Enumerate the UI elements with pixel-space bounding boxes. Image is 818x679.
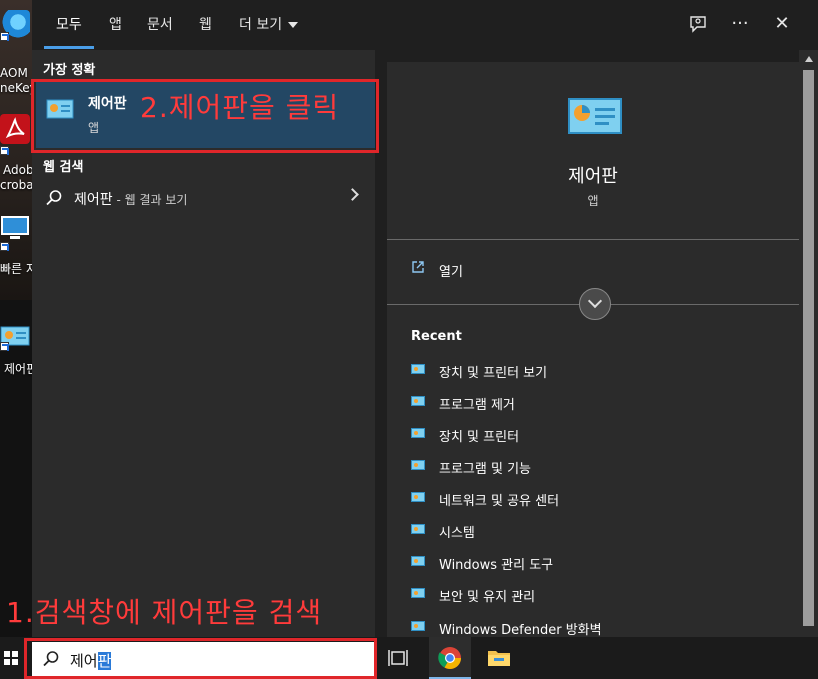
shortcut-arrow-icon <box>0 342 9 351</box>
desktop-icon-label: AOM <box>0 66 28 80</box>
desktop-icon-label: 제어핀 <box>4 362 32 376</box>
web-search-query: 제어판 <box>74 192 113 208</box>
windows-start-icon[interactable] <box>4 651 18 665</box>
tab-documents[interactable]: 문서 <box>147 14 173 34</box>
recent-item-label: Windows Defender 방화벽 <box>439 623 602 638</box>
chevron-right-icon[interactable] <box>346 188 359 201</box>
best-match-header: 가장 정확 <box>43 63 96 78</box>
desktop-icon-quick-assist[interactable]: 빠른 지 <box>0 210 32 280</box>
web-search-text: 제어판 - 웹 결과 보기 <box>74 189 187 209</box>
recent-item-label: 시스템 <box>439 526 475 541</box>
desktop-icon-label: Adob <box>3 163 32 177</box>
control-panel-icon <box>411 524 425 534</box>
annotation-step2: 2.제어판을 클릭 <box>140 91 340 124</box>
annotation-step1: 1.검색창에 제어판을 검색 <box>6 596 323 629</box>
tab-all[interactable]: 모두 <box>56 14 82 34</box>
chevron-down-icon <box>587 293 603 309</box>
search-tabs-bar: 모두 앱 문서 웹 더 보기 ··· ✕ <box>32 0 818 50</box>
recent-item[interactable]: 장치 및 프린터 보기 <box>411 361 771 381</box>
expand-button[interactable] <box>579 288 611 320</box>
control-panel-icon <box>568 98 622 134</box>
recent-item-label: 장치 및 프린터 보기 <box>439 366 548 381</box>
divider <box>387 239 799 240</box>
scrollbar[interactable] <box>799 50 818 637</box>
tab-more[interactable]: 더 보기 <box>239 14 299 34</box>
desktop-icon-control-panel[interactable]: 제어핀 <box>0 320 32 380</box>
chevron-down-icon <box>288 22 299 28</box>
tab-web[interactable]: 웹 <box>199 14 212 34</box>
shortcut-arrow-icon <box>0 146 9 155</box>
preview-subtitle: 앱 <box>587 194 599 208</box>
control-panel-icon <box>411 460 425 470</box>
feedback-icon[interactable] <box>688 14 708 34</box>
shortcut-arrow-icon <box>0 242 9 251</box>
control-panel-icon <box>411 428 425 438</box>
recent-item[interactable]: Windows 관리 도구 <box>411 553 771 573</box>
tab-active-indicator <box>44 46 94 49</box>
control-panel-icon <box>411 621 425 631</box>
desktop-icon-aomei[interactable]: AOM neKey <box>0 6 32 96</box>
recent-item[interactable]: 시스템 <box>411 521 771 541</box>
control-panel-icon <box>411 364 425 374</box>
folder-icon <box>488 651 510 666</box>
chrome-icon <box>438 647 461 669</box>
search-icon <box>46 190 62 206</box>
recent-item-label: 장치 및 프린터 <box>439 430 520 445</box>
recent-item[interactable]: 보안 및 유지 관리 <box>411 585 771 605</box>
recent-item[interactable]: 프로그램 제거 <box>411 393 771 413</box>
taskbar-file-explorer[interactable] <box>478 637 520 679</box>
more-options-button[interactable]: ··· <box>730 14 750 34</box>
task-view-button[interactable] <box>378 637 420 679</box>
desktop-icon-acrobat[interactable]: Adob crobat <box>0 110 32 200</box>
recent-item-label: 프로그램 제거 <box>439 398 515 413</box>
scroll-up-icon[interactable] <box>805 56 813 62</box>
desktop: AOM neKey Adob crobat 빠른 지 제어핀 <box>0 0 32 637</box>
recent-item[interactable]: 장치 및 프린터 <box>411 425 771 445</box>
annotation-box-search <box>24 638 377 679</box>
recent-header: Recent <box>411 329 462 344</box>
open-icon <box>412 261 424 273</box>
desktop-icon-label: neKey <box>0 81 32 95</box>
tab-more-label: 더 보기 <box>239 17 283 33</box>
recent-item[interactable]: Windows Defender 방화벽 <box>411 618 771 638</box>
monitor-icon <box>0 214 30 244</box>
taskbar-chrome[interactable] <box>429 637 471 679</box>
web-search-header: 웹 검색 <box>43 160 84 175</box>
task-view-icon <box>388 650 408 666</box>
recent-item-label: 네트워크 및 공유 센터 <box>439 494 560 509</box>
screen: AOM neKey Adob crobat 빠른 지 제어핀 <box>0 0 818 679</box>
recent-item-label: 보안 및 유지 관리 <box>439 590 536 605</box>
scrollbar-thumb[interactable] <box>803 70 814 626</box>
recent-item[interactable]: 프로그램 및 기능 <box>411 457 771 477</box>
desktop-icon-label: 빠른 지 <box>0 262 32 276</box>
acrobat-icon <box>0 114 30 144</box>
recent-item-label: Windows 관리 도구 <box>439 558 554 573</box>
web-search-item[interactable]: 제어판 - 웹 결과 보기 <box>36 180 375 216</box>
close-button[interactable]: ✕ <box>772 14 792 34</box>
recent-item[interactable]: 네트워크 및 공유 센터 <box>411 489 771 509</box>
control-panel-icon <box>411 396 425 406</box>
control-panel-icon <box>411 492 425 502</box>
desktop-icon-label: crobat <box>0 178 32 192</box>
shortcut-arrow-icon <box>0 32 9 41</box>
web-search-hint: - 웹 결과 보기 <box>112 193 188 207</box>
tab-apps[interactable]: 앱 <box>109 14 122 34</box>
control-panel-icon <box>411 588 425 598</box>
open-label: 열기 <box>439 265 463 280</box>
control-panel-icon <box>411 556 425 566</box>
preview-pane: 제어판 앱 열기 Recent 장치 및 프린터 보기 프로그램 제거 장치 및… <box>387 62 799 638</box>
preview-title: 제어판 <box>568 166 618 187</box>
recent-item-label: 프로그램 및 기능 <box>439 462 531 477</box>
